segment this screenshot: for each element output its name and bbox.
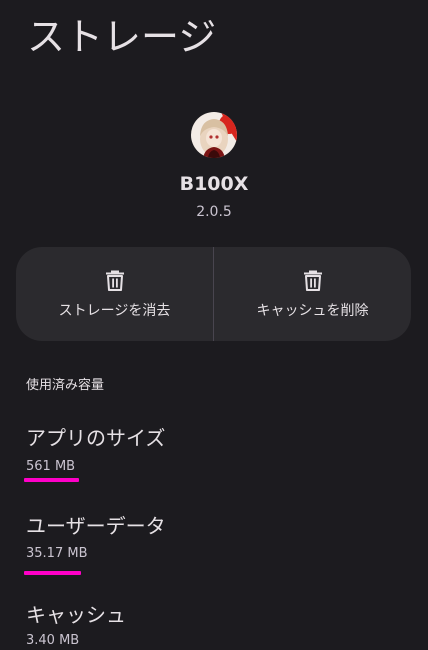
trash-icon (105, 270, 124, 291)
section-header-used-space: 使用済み容量 (26, 378, 105, 393)
app-size-title: アプリのサイズ (26, 426, 166, 450)
user-data-title: ユーザーデータ (26, 514, 166, 538)
page-title: ストレージ (27, 15, 217, 59)
app-size-value: 561 MB (26, 459, 76, 474)
app-avatar-icon (191, 112, 237, 158)
clear-storage-label: ストレージを消去 (58, 303, 171, 319)
clear-cache-button[interactable]: キャッシュを削除 (214, 247, 411, 341)
highlight-underline (24, 571, 81, 575)
trash-icon (303, 270, 322, 291)
app-version: 2.0.5 (196, 204, 232, 220)
clear-cache-label: キャッシュを削除 (256, 303, 369, 319)
storage-action-bar: ストレージを消去 キャッシュを削除 (16, 247, 411, 341)
user-data-value: 35.17 MB (26, 546, 88, 561)
cache-title: キャッシュ (26, 603, 126, 627)
cache-value: 3.40 MB (26, 633, 80, 648)
app-name: B100X (179, 173, 249, 195)
clear-storage-button[interactable]: ストレージを消去 (16, 247, 213, 341)
highlight-underline (24, 478, 79, 482)
